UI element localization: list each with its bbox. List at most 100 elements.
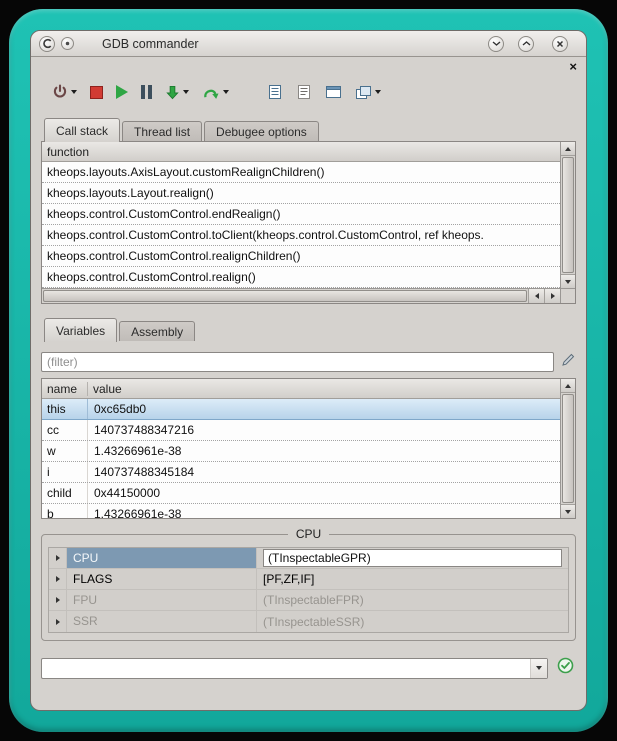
variable-name: b	[42, 504, 88, 518]
value-column-header[interactable]: value	[88, 382, 127, 396]
processes-button[interactable]	[354, 80, 382, 104]
arrow-right-icon	[551, 293, 555, 299]
scroll-up-button[interactable]	[561, 142, 575, 156]
play-icon	[116, 85, 128, 99]
memory-button[interactable]	[324, 80, 343, 104]
tab-variables[interactable]: Variables	[44, 318, 117, 342]
scroll-left-button[interactable]	[528, 289, 544, 303]
tab-call-stack[interactable]: Call stack	[44, 118, 120, 142]
expander[interactable]	[49, 590, 67, 610]
scroll-thumb[interactable]	[562, 157, 574, 273]
variable-row[interactable]: w 1.43266961e-38	[42, 441, 560, 462]
register-group-value: [PF,ZF,IF]	[257, 569, 568, 589]
debug-toolbar	[41, 79, 576, 105]
variables-table: name value this 0xc65db0 cc 140737488347…	[42, 379, 560, 518]
top-tabbar: Call stack Thread list Debugee options	[41, 118, 576, 141]
step-button[interactable]	[164, 80, 190, 104]
call-stack-row[interactable]: kheops.control.CustomControl.realignChil…	[42, 246, 560, 267]
tab-debugee-options[interactable]: Debugee options	[204, 121, 319, 141]
call-stack-row[interactable]: kheops.control.CustomControl.realign()	[42, 267, 560, 288]
filter-pen-icon[interactable]	[561, 352, 576, 372]
pause-button[interactable]	[140, 80, 153, 104]
call-stack-horizontal-scrollbar[interactable]	[42, 288, 560, 303]
variable-value: 0x44150000	[88, 483, 560, 503]
name-column-header[interactable]: name	[42, 382, 88, 396]
expander[interactable]	[49, 548, 67, 568]
filter-row	[41, 352, 576, 372]
variable-name: this	[42, 399, 88, 419]
scroll-down-button[interactable]	[561, 504, 575, 518]
arrow-down-icon	[565, 280, 571, 284]
register-group-name: SSR	[67, 611, 257, 632]
arrow-up-icon	[565, 147, 571, 151]
cpu-row[interactable]: FPU (TInspectableFPR)	[49, 590, 568, 611]
scrollbar-corner	[560, 288, 575, 303]
titlebar[interactable]: GDB commander	[31, 31, 586, 57]
stack-button[interactable]	[266, 80, 284, 104]
register-value-editor[interactable]: (TInspectableGPR)	[263, 549, 562, 567]
scroll-up-button[interactable]	[561, 379, 575, 393]
step-over-dropdown-icon	[223, 90, 229, 94]
commands-button[interactable]	[295, 80, 313, 104]
stop-button[interactable]	[89, 80, 104, 104]
windows-icon	[355, 85, 372, 100]
variable-row[interactable]: this 0xc65db0	[42, 399, 560, 420]
cpu-row[interactable]: FLAGS [PF,ZF,IF]	[49, 569, 568, 590]
variables-vertical-scrollbar[interactable]	[560, 379, 575, 518]
variable-name: w	[42, 441, 88, 461]
call-stack-row[interactable]: kheops.control.CustomControl.endRealign(…	[42, 204, 560, 225]
power-button[interactable]	[51, 80, 78, 104]
app-icon	[39, 36, 55, 52]
arrow-down-icon	[565, 510, 571, 514]
processes-dropdown-icon	[375, 90, 381, 94]
cpu-row[interactable]: SSR (TInspectableSSR)	[49, 611, 568, 632]
scroll-down-button[interactable]	[561, 274, 575, 288]
command-input[interactable]	[42, 661, 530, 675]
step-over-button[interactable]	[201, 80, 230, 104]
cpu-row[interactable]: CPU (TInspectableGPR)	[49, 548, 568, 569]
variable-value: 1.43266961e-38	[88, 441, 560, 461]
variable-value: 1.43266961e-38	[88, 504, 560, 518]
expander[interactable]	[49, 569, 67, 589]
scroll-right-button[interactable]	[544, 289, 560, 303]
scroll-thumb[interactable]	[562, 394, 574, 503]
combo-dropdown-button[interactable]	[530, 659, 547, 678]
function-column-header[interactable]: function	[42, 145, 94, 159]
register-group-name: CPU	[67, 548, 257, 568]
filter-input[interactable]	[41, 352, 554, 372]
variable-name: cc	[42, 420, 88, 440]
variable-row[interactable]: child 0x44150000	[42, 483, 560, 504]
pin-icon[interactable]	[61, 37, 74, 50]
call-stack-row[interactable]: kheops.layouts.AxisLayout.customRealignC…	[42, 162, 560, 183]
list-icon	[296, 84, 312, 100]
continue-button[interactable]	[115, 80, 129, 104]
tab-assembly[interactable]: Assembly	[119, 321, 195, 341]
register-group-value[interactable]: (TInspectableGPR)	[257, 548, 568, 568]
window-title: GDB commander	[102, 37, 199, 51]
variables-pane: name value this 0xc65db0 cc 140737488347…	[41, 378, 576, 519]
register-group-value: (TInspectableFPR)	[257, 590, 568, 610]
variable-row[interactable]: cc 140737488347216	[42, 420, 560, 441]
command-row	[41, 657, 576, 679]
pause-icon	[141, 85, 152, 99]
call-stack-pane: function kheops.layouts.AxisLayout.custo…	[41, 141, 576, 304]
dock-body: ×	[31, 57, 586, 710]
call-stack-vertical-scrollbar[interactable]	[560, 142, 575, 288]
send-command-button[interactable]	[557, 657, 574, 679]
scroll-thumb[interactable]	[43, 290, 527, 302]
minimize-button[interactable]	[488, 36, 504, 52]
maximize-button[interactable]	[518, 36, 534, 52]
call-stack-row[interactable]: kheops.control.CustomControl.toClient(kh…	[42, 225, 560, 246]
variable-row[interactable]: b 1.43266961e-38	[42, 504, 560, 518]
close-button[interactable]	[552, 36, 568, 52]
variable-value: 0xc65db0	[88, 399, 560, 419]
tab-thread-list[interactable]: Thread list	[122, 121, 202, 141]
command-combobox[interactable]	[41, 658, 548, 679]
dock-close-button[interactable]: ×	[569, 61, 577, 73]
cpu-groupbox: CPU CPU (TInspectableGPR) FLAGS [PF,ZF,I…	[41, 527, 576, 641]
arrow-up-icon	[565, 384, 571, 388]
variable-row[interactable]: i 140737488345184	[42, 462, 560, 483]
expander[interactable]	[49, 611, 67, 632]
document-icon	[267, 84, 283, 100]
call-stack-row[interactable]: kheops.layouts.Layout.realign()	[42, 183, 560, 204]
